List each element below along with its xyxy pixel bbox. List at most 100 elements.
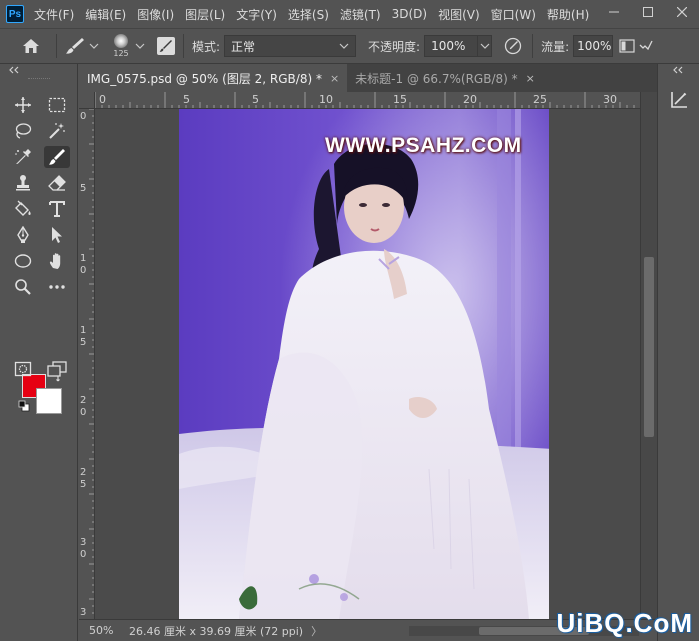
- pressure-opacity-icon: [504, 37, 522, 55]
- eyedropper-icon: [15, 149, 31, 164]
- status-info-menu-icon[interactable]: 〉: [311, 623, 322, 639]
- brush-tip-icon: [114, 34, 128, 48]
- home-button[interactable]: [14, 32, 48, 60]
- eraser-tool[interactable]: [44, 172, 70, 194]
- opacity-dropdown-button[interactable]: [478, 35, 493, 57]
- ruler-origin[interactable]: [79, 92, 95, 109]
- document-tabs: IMG_0575.psd @ 50% (图层 2, RGB/8) * × 未标题…: [79, 64, 657, 92]
- tab-label: IMG_0575.psd @ 50% (图层 2, RGB/8) *: [87, 71, 322, 86]
- minimize-button[interactable]: [597, 0, 631, 24]
- chevron-down-icon: [480, 43, 490, 49]
- close-tab-icon[interactable]: ×: [526, 72, 535, 85]
- ruler-h-label: 10: [319, 93, 333, 106]
- screen-mode-button[interactable]: [44, 358, 70, 380]
- brush-size-picker[interactable]: 125: [109, 34, 133, 58]
- edit-toolbar-button[interactable]: [44, 276, 70, 298]
- photoshop-logo-icon: Ps: [6, 5, 24, 23]
- path-selection-tool[interactable]: [44, 224, 70, 246]
- flow-label: 流量:: [541, 39, 570, 54]
- maximize-button[interactable]: [631, 0, 665, 24]
- toolbar-grip[interactable]: [28, 78, 50, 81]
- clone-stamp-tool[interactable]: [10, 172, 36, 194]
- ruler-v-label: 1: [80, 325, 87, 336]
- opacity-label: 不透明度:: [368, 39, 421, 54]
- move-icon: [15, 97, 31, 113]
- ruler-v-label: 5: [80, 479, 87, 490]
- ruler-v-label: 2: [80, 395, 87, 406]
- menu-view[interactable]: 视图(V): [438, 6, 480, 23]
- brush-settings-toggle[interactable]: [157, 37, 175, 55]
- pen-tool[interactable]: [10, 224, 36, 246]
- menu-window[interactable]: 窗口(W): [491, 6, 536, 23]
- window-controls: [597, 0, 699, 24]
- opacity-value: 100%: [431, 39, 466, 53]
- menu-edit[interactable]: 编辑(E): [85, 6, 126, 23]
- close-tab-icon[interactable]: ×: [330, 72, 339, 85]
- ruler-h-label: 20: [463, 93, 477, 106]
- menu-file[interactable]: 文件(F): [34, 6, 74, 23]
- document-canvas[interactable]: WWW.PSAHZ.COM: [95, 109, 640, 619]
- vertical-scrollbar-thumb[interactable]: [644, 257, 654, 437]
- blend-mode-select[interactable]: 正常: [224, 35, 357, 57]
- quick-mask-button[interactable]: [10, 358, 36, 380]
- properties-panel-button[interactable]: [666, 88, 692, 112]
- menu-filter[interactable]: 滤镜(T): [340, 6, 381, 23]
- default-colors-button[interactable]: [18, 400, 30, 415]
- flow-input[interactable]: 100%: [573, 35, 614, 57]
- expand-panels-button[interactable]: [672, 66, 684, 77]
- lasso-icon: [15, 123, 32, 139]
- vertical-scrollbar[interactable]: [640, 92, 657, 619]
- maximize-icon: [643, 7, 653, 17]
- zoom-level-field[interactable]: 50%: [79, 624, 121, 637]
- move-tool[interactable]: [10, 94, 36, 116]
- menu-select[interactable]: 选择(S): [288, 6, 329, 23]
- tab-label: 未标题-1 @ 66.7%(RGB/8) *: [355, 71, 518, 86]
- document-image[interactable]: [179, 109, 553, 619]
- menu-3d[interactable]: 3D(D): [392, 7, 427, 21]
- ruler-h-label: 30: [603, 93, 617, 106]
- ellipse-icon: [14, 254, 32, 268]
- brush-icon: [66, 38, 84, 54]
- background-color-swatch[interactable]: [36, 388, 62, 414]
- airbrush-panel-button[interactable]: [617, 35, 637, 57]
- menu-help[interactable]: 帮助(H): [547, 6, 589, 23]
- blend-mode-value: 正常: [231, 39, 256, 54]
- ruler-v-label: 1: [80, 253, 87, 264]
- ellipse-tool[interactable]: [10, 250, 36, 272]
- rectangle-marquee-icon: [48, 97, 66, 113]
- ruler-v-label: 5: [80, 337, 87, 348]
- menu-type[interactable]: 文字(Y): [236, 6, 277, 23]
- collapse-toolbar-button[interactable]: [8, 66, 20, 77]
- menu-image[interactable]: 图像(I): [137, 6, 174, 23]
- lasso-tool[interactable]: [10, 120, 36, 142]
- menu-layer[interactable]: 图层(L): [185, 6, 225, 23]
- pressure-opacity-button[interactable]: [502, 35, 524, 57]
- hand-tool[interactable]: [44, 250, 70, 272]
- tools-panel: [0, 64, 78, 641]
- brush-tool-preset-picker[interactable]: [65, 37, 99, 55]
- marquee-tool[interactable]: [44, 94, 70, 116]
- tab-untitled-1[interactable]: 未标题-1 @ 66.7%(RGB/8) * ×: [347, 64, 543, 92]
- ruler-h-label: 25: [533, 93, 547, 106]
- paint-bucket-icon: [15, 200, 31, 216]
- tab-img-0575[interactable]: IMG_0575.psd @ 50% (图层 2, RGB/8) * ×: [79, 64, 348, 92]
- ruler-v-label: 3: [80, 607, 87, 618]
- eyedropper-tool[interactable]: [10, 146, 36, 168]
- options-separator: [183, 34, 184, 58]
- default-colors-icon: [18, 400, 30, 412]
- opacity-input[interactable]: 100%: [424, 35, 479, 57]
- brush-tool[interactable]: [44, 146, 70, 168]
- zoom-tool[interactable]: [10, 276, 36, 298]
- more-icon: [49, 285, 65, 289]
- minimize-icon: [609, 11, 619, 13]
- magic-wand-tool[interactable]: [44, 120, 70, 142]
- chevron-down-icon[interactable]: [135, 42, 145, 50]
- type-tool[interactable]: [44, 198, 70, 220]
- close-window-button[interactable]: [665, 0, 699, 24]
- vertical-ruler[interactable]: 0 5 1 0 1 5 2 0 2 5 3 0 3: [79, 109, 95, 619]
- hand-icon: [49, 253, 61, 269]
- horizontal-ruler[interactable]: 0 5 0 5 10 15 20 25 30: [95, 92, 640, 109]
- zoom-icon: [15, 279, 31, 295]
- airbrush-button[interactable]: [637, 35, 655, 57]
- paint-bucket-tool[interactable]: [10, 198, 36, 220]
